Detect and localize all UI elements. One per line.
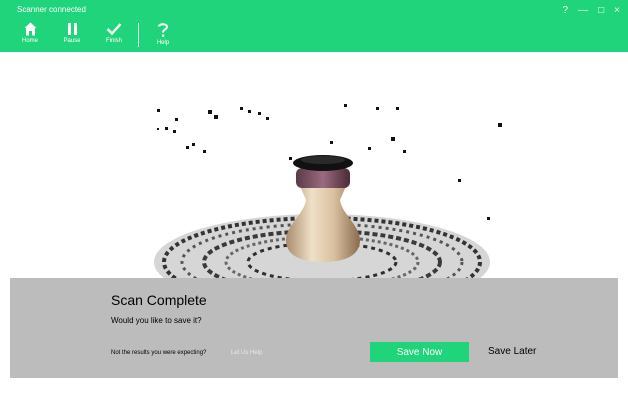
close-button[interactable]: × (614, 5, 620, 16)
finish-button[interactable]: Finish (102, 22, 126, 44)
panel-hint: Not the results you were expecting? (111, 350, 207, 356)
toolbar-divider (138, 23, 139, 47)
home-label: Home (21, 38, 38, 44)
minimize-button[interactable]: — (578, 5, 588, 16)
save-now-button[interactable]: Save Now (370, 342, 469, 362)
home-button[interactable]: Home (18, 22, 42, 44)
finish-label: Finish (105, 38, 122, 44)
window-title: Scanner connected (17, 5, 86, 14)
scan-complete-panel: Scan Complete Would you like to save it?… (10, 278, 618, 378)
window-help-button[interactable]: ? (563, 5, 569, 16)
scan-preview (154, 104, 502, 278)
home-icon (24, 22, 36, 36)
window-controls: ? — □ × (563, 5, 620, 16)
scanned-vase (286, 155, 360, 262)
panel-message: Would you like to save it? (111, 316, 202, 325)
help-button[interactable]: Help (151, 22, 175, 46)
toolbar: Home Pause Finish Help (18, 22, 193, 50)
scan-viewport[interactable] (0, 52, 628, 278)
checkmark-icon (106, 23, 122, 36)
pause-icon (67, 23, 77, 35)
title-bar: Scanner connected ? — □ × Home Pause Fin… (0, 0, 628, 52)
save-later-button[interactable]: Save Later (488, 346, 536, 357)
let-us-help-link[interactable]: Let Us Help (231, 350, 262, 356)
maximize-button[interactable]: □ (598, 5, 604, 16)
question-mark-icon (158, 23, 169, 37)
help-label: Help (156, 40, 170, 46)
pause-label: Pause (63, 38, 81, 44)
pause-button[interactable]: Pause (60, 22, 84, 44)
panel-title: Scan Complete (111, 292, 207, 308)
